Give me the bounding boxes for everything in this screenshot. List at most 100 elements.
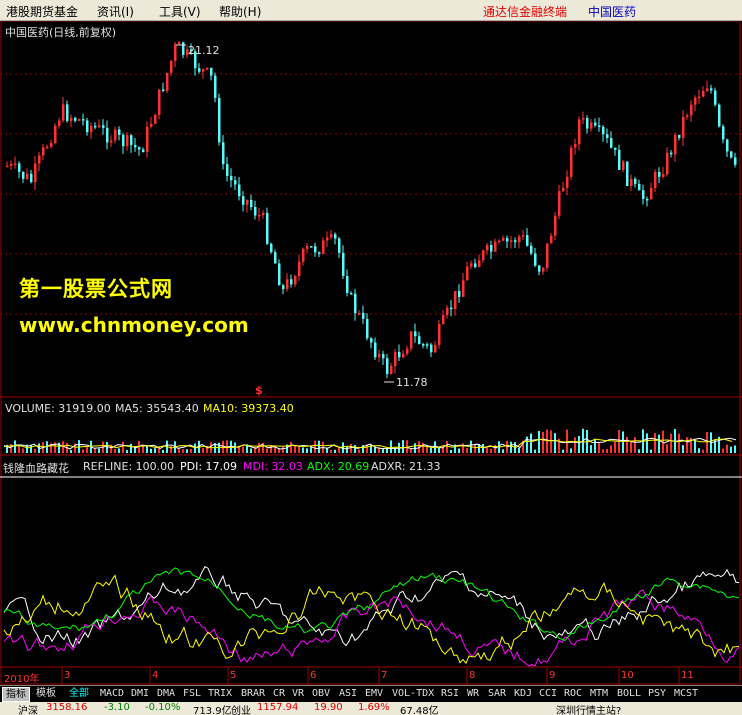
axis-label-month-7: 7	[381, 670, 388, 681]
volume-bar	[466, 448, 468, 453]
volume-bar	[122, 441, 124, 453]
volume-bar	[678, 433, 680, 453]
connection-hint[interactable]: 深圳行情主站?	[556, 702, 621, 715]
candle-body	[246, 199, 249, 205]
tab-cr[interactable]: CR	[273, 687, 285, 702]
candle-body	[318, 252, 321, 254]
axis-label-month-6: 6	[310, 670, 317, 681]
volume-bar	[486, 447, 488, 453]
tab-vr[interactable]: VR	[292, 687, 304, 702]
sz-amount: 67.48亿	[400, 706, 439, 715]
candle-body	[518, 236, 521, 243]
indicator-mdi: MDI: 32.03	[243, 460, 303, 473]
volume-bar	[146, 446, 148, 453]
candle-body	[682, 116, 685, 138]
menu-info[interactable]: 资讯(I)	[97, 3, 134, 20]
candle-body	[610, 138, 613, 148]
volume-bar	[402, 440, 404, 453]
candle-body	[494, 241, 497, 252]
tab-sar[interactable]: SAR	[488, 687, 506, 702]
volume-bar	[694, 439, 696, 453]
tab-trix[interactable]: TRIX	[208, 687, 232, 702]
tab-template[interactable]: 模板	[36, 687, 56, 702]
candle-body	[98, 125, 101, 128]
candle-body	[474, 263, 477, 268]
volume-bar	[434, 441, 436, 453]
tab-obv[interactable]: OBV	[312, 687, 330, 702]
tab-mcst[interactable]: MCST	[674, 687, 698, 702]
tab-macd[interactable]: MACD	[100, 687, 124, 702]
chart-frame[interactable]: 中国医药(日线,前复权) 21.12 11.78 $ 第一股票公式网 www.c…	[0, 21, 742, 685]
indicator-name: 钱隆血路藏花	[3, 462, 69, 475]
candle-body	[490, 245, 493, 252]
volume-bar	[722, 448, 724, 453]
low-price-label: 11.78	[396, 376, 428, 389]
volume-bar	[314, 440, 316, 453]
candle-body	[118, 129, 121, 135]
tab-cci[interactable]: CCI	[539, 687, 557, 702]
tab-boll[interactable]: BOLL	[617, 687, 641, 702]
tab-asi[interactable]: ASI	[339, 687, 357, 702]
candle-body	[26, 173, 29, 179]
candle-body	[530, 245, 533, 254]
tab-indicator[interactable]: 指标	[2, 687, 30, 702]
volume-bar	[490, 448, 492, 453]
candle-body	[634, 178, 637, 184]
candle-body	[142, 149, 145, 153]
sz-label: 创业	[231, 706, 251, 715]
candle-body	[162, 89, 165, 91]
volume-bar	[358, 449, 360, 453]
candle-body	[354, 293, 357, 314]
tab-brar[interactable]: BRAR	[241, 687, 265, 702]
candle-body	[282, 285, 285, 290]
volume-bar	[250, 448, 252, 453]
indicator-refline: REFLINE: 100.00	[83, 460, 175, 473]
tab-psy[interactable]: PSY	[648, 687, 666, 702]
candle-body	[294, 276, 297, 285]
menu-help[interactable]: 帮助(H)	[219, 3, 261, 20]
tab-rsi[interactable]: RSI	[441, 687, 459, 702]
volume-bar	[734, 445, 736, 453]
candle-body	[410, 331, 413, 349]
candle-body	[42, 147, 45, 156]
tab-mtm[interactable]: MTM	[590, 687, 608, 702]
candle-body	[370, 338, 373, 343]
indicator-adx: ADX: 20.69	[307, 460, 370, 473]
tab-kdj[interactable]: KDJ	[514, 687, 532, 702]
app-title: 通达信金融终端	[483, 5, 568, 19]
volume-bar	[610, 445, 612, 453]
tab-roc[interactable]: ROC	[564, 687, 582, 702]
tab-all[interactable]: 全部	[69, 687, 89, 702]
candle-body	[30, 173, 33, 183]
menu-funds[interactable]: 港股期货基金	[6, 3, 78, 20]
volume-bar	[186, 449, 188, 453]
volume-bar	[726, 444, 728, 453]
tab-wr[interactable]: WR	[467, 687, 479, 702]
volume-bar	[614, 441, 616, 453]
tab-vol-tdx[interactable]: VOL-TDX	[392, 687, 434, 702]
tab-emv[interactable]: EMV	[365, 687, 383, 702]
candle-body	[342, 252, 345, 276]
volume-bar	[10, 443, 12, 453]
tab-fsl[interactable]: FSL	[183, 687, 201, 702]
axis-label-month-4: 4	[152, 670, 159, 681]
tab-dmi[interactable]: DMI	[131, 687, 149, 702]
candle-body	[722, 126, 725, 140]
candle-body	[662, 174, 665, 177]
chart-canvas[interactable]	[0, 21, 742, 685]
tab-dma[interactable]: DMA	[157, 687, 175, 702]
candle-body	[514, 240, 517, 243]
menu-tools[interactable]: 工具(V)	[159, 3, 201, 20]
volume-bar	[182, 449, 184, 453]
sh-label: 沪深	[18, 706, 38, 715]
volume-bar	[14, 440, 16, 453]
candle-body	[338, 238, 341, 253]
candle-body	[422, 344, 425, 346]
volume-bar	[562, 449, 564, 453]
volume-bar	[594, 438, 596, 453]
candle-body	[614, 147, 617, 150]
candle-body	[434, 344, 437, 353]
candle-body	[566, 176, 569, 188]
candle-body	[46, 146, 49, 149]
candle-body	[678, 134, 681, 138]
